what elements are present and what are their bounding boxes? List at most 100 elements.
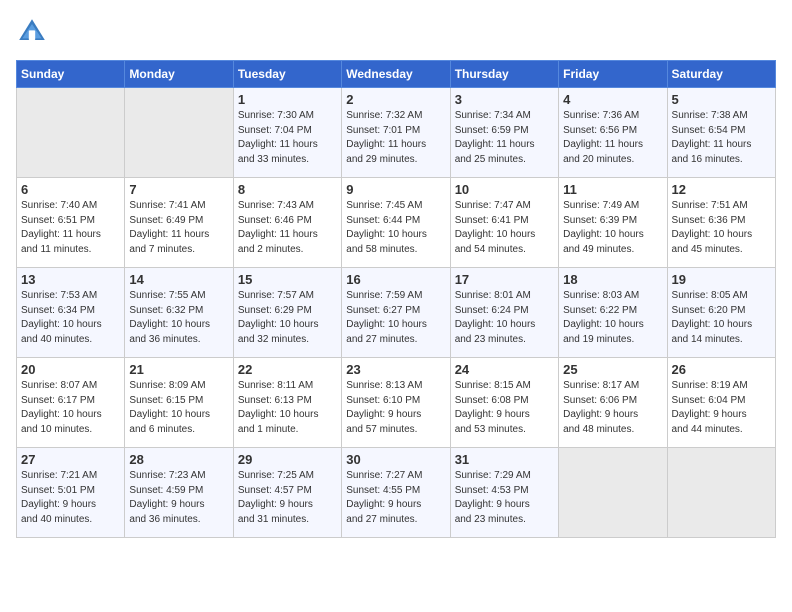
calendar-cell: 16 Sunrise: 7:59 AM Sunset: 6:27 PM Dayli…: [342, 268, 450, 358]
day-number: 8: [238, 182, 337, 197]
calendar-body: 1 Sunrise: 7:30 AM Sunset: 7:04 PM Daylig…: [17, 88, 776, 538]
calendar-week-row: 6 Sunrise: 7:40 AM Sunset: 6:51 PM Daylig…: [17, 178, 776, 268]
logo: [16, 16, 52, 48]
day-info: Sunrise: 7:36 AM Sunset: 6:56 PM Dayligh…: [563, 109, 662, 167]
calendar-cell: 5Sunrise: 7:38 AM Sunset: 6:54 PM Daylig…: [667, 88, 775, 178]
day-info: Sunrise: 7:49 AM Sunset: 6:39 PM Dayligh…: [563, 199, 662, 257]
day-info: Sunrise: 7:41 AM Sunset: 6:49 PM Dayligh…: [129, 199, 228, 257]
day-number: 21: [129, 362, 228, 377]
day-info: Sunrise: 7:21 AM Sunset: 5:01 PM Dayligh…: [21, 469, 120, 527]
day-info: Sunrise: 7:47 AM Sunset: 6:41 PM Dayligh…: [455, 199, 554, 257]
day-number: 12: [672, 182, 771, 197]
calendar-cell: [667, 448, 775, 538]
day-number: 29: [238, 452, 337, 467]
calendar-cell: 2Sunrise: 7:32 AM Sunset: 7:01 PM Daylig…: [342, 88, 450, 178]
calendar-cell: 13 Sunrise: 7:53 AM Sunset: 6:34 PM Dayli…: [17, 268, 125, 358]
calendar-cell: 11Sunrise: 7:49 AM Sunset: 6:39 PM Dayli…: [559, 178, 667, 268]
day-info: Sunrise: 7:53 AM Sunset: 6:34 PM Dayligh…: [21, 289, 120, 347]
day-number: 25: [563, 362, 662, 377]
day-info: Sunrise: 7:45 AM Sunset: 6:44 PM Dayligh…: [346, 199, 445, 257]
calendar-cell: 9 Sunrise: 7:45 AM Sunset: 6:44 PM Daylig…: [342, 178, 450, 268]
day-number: 3: [455, 92, 554, 107]
day-info: Sunrise: 8:19 AM Sunset: 6:04 PM Dayligh…: [672, 379, 771, 437]
day-info: Sunrise: 7:59 AM Sunset: 6:27 PM Dayligh…: [346, 289, 445, 347]
day-number: 6: [21, 182, 120, 197]
calendar-cell: 14 Sunrise: 7:55 AM Sunset: 6:32 PM Dayli…: [125, 268, 233, 358]
calendar-cell: 10 Sunrise: 7:47 AM Sunset: 6:41 PM Dayli…: [450, 178, 558, 268]
day-info: Sunrise: 8:11 AM Sunset: 6:13 PM Dayligh…: [238, 379, 337, 437]
day-number: 24: [455, 362, 554, 377]
calendar-cell: 18Sunrise: 8:03 AM Sunset: 6:22 PM Dayli…: [559, 268, 667, 358]
day-number: 15: [238, 272, 337, 287]
calendar-cell: 19 Sunrise: 8:05 AM Sunset: 6:20 PM Dayli…: [667, 268, 775, 358]
day-info: Sunrise: 8:15 AM Sunset: 6:08 PM Dayligh…: [455, 379, 554, 437]
calendar-cell: 25 Sunrise: 8:17 AM Sunset: 6:06 PM Dayli…: [559, 358, 667, 448]
day-number: 10: [455, 182, 554, 197]
weekday-header: Sunday: [17, 61, 125, 88]
calendar-week-row: 1 Sunrise: 7:30 AM Sunset: 7:04 PM Daylig…: [17, 88, 776, 178]
calendar-cell: 6 Sunrise: 7:40 AM Sunset: 6:51 PM Daylig…: [17, 178, 125, 268]
day-number: 4: [563, 92, 662, 107]
day-number: 26: [672, 362, 771, 377]
day-number: 20: [21, 362, 120, 377]
day-number: 1: [238, 92, 337, 107]
day-number: 9: [346, 182, 445, 197]
calendar-cell: 4 Sunrise: 7:36 AM Sunset: 6:56 PM Daylig…: [559, 88, 667, 178]
calendar-header: SundayMondayTuesdayWednesdayThursdayFrid…: [17, 61, 776, 88]
logo-icon: [16, 16, 48, 48]
day-info: Sunrise: 8:01 AM Sunset: 6:24 PM Dayligh…: [455, 289, 554, 347]
day-number: 31: [455, 452, 554, 467]
day-info: Sunrise: 8:05 AM Sunset: 6:20 PM Dayligh…: [672, 289, 771, 347]
day-number: 22: [238, 362, 337, 377]
calendar-cell: 23Sunrise: 8:13 AM Sunset: 6:10 PM Dayli…: [342, 358, 450, 448]
calendar-cell: 1 Sunrise: 7:30 AM Sunset: 7:04 PM Daylig…: [233, 88, 341, 178]
day-info: Sunrise: 7:43 AM Sunset: 6:46 PM Dayligh…: [238, 199, 337, 257]
day-number: 17: [455, 272, 554, 287]
calendar-cell: 29 Sunrise: 7:25 AM Sunset: 4:57 PM Dayli…: [233, 448, 341, 538]
day-number: 18: [563, 272, 662, 287]
weekday-header: Wednesday: [342, 61, 450, 88]
calendar-cell: 12 Sunrise: 7:51 AM Sunset: 6:36 PM Dayli…: [667, 178, 775, 268]
day-number: 13: [21, 272, 120, 287]
day-info: Sunrise: 7:55 AM Sunset: 6:32 PM Dayligh…: [129, 289, 228, 347]
calendar-cell: 28 Sunrise: 7:23 AM Sunset: 4:59 PM Dayli…: [125, 448, 233, 538]
calendar-week-row: 13 Sunrise: 7:53 AM Sunset: 6:34 PM Dayli…: [17, 268, 776, 358]
day-info: Sunrise: 8:13 AM Sunset: 6:10 PM Dayligh…: [346, 379, 445, 437]
day-number: 7: [129, 182, 228, 197]
calendar-cell: 27 Sunrise: 7:21 AM Sunset: 5:01 PM Dayli…: [17, 448, 125, 538]
day-number: 14: [129, 272, 228, 287]
calendar-cell: [559, 448, 667, 538]
calendar-cell: 17 Sunrise: 8:01 AM Sunset: 6:24 PM Dayli…: [450, 268, 558, 358]
day-info: Sunrise: 7:27 AM Sunset: 4:55 PM Dayligh…: [346, 469, 445, 527]
day-info: Sunrise: 7:57 AM Sunset: 6:29 PM Dayligh…: [238, 289, 337, 347]
day-info: Sunrise: 7:23 AM Sunset: 4:59 PM Dayligh…: [129, 469, 228, 527]
calendar-cell: 8 Sunrise: 7:43 AM Sunset: 6:46 PM Daylig…: [233, 178, 341, 268]
day-number: 30: [346, 452, 445, 467]
day-number: 28: [129, 452, 228, 467]
weekday-header: Saturday: [667, 61, 775, 88]
calendar-week-row: 27 Sunrise: 7:21 AM Sunset: 5:01 PM Dayli…: [17, 448, 776, 538]
day-number: 2: [346, 92, 445, 107]
day-info: Sunrise: 7:25 AM Sunset: 4:57 PM Dayligh…: [238, 469, 337, 527]
calendar-cell: 24 Sunrise: 8:15 AM Sunset: 6:08 PM Dayli…: [450, 358, 558, 448]
day-info: Sunrise: 8:17 AM Sunset: 6:06 PM Dayligh…: [563, 379, 662, 437]
day-info: Sunrise: 7:51 AM Sunset: 6:36 PM Dayligh…: [672, 199, 771, 257]
day-info: Sunrise: 7:40 AM Sunset: 6:51 PM Dayligh…: [21, 199, 120, 257]
calendar-cell: [17, 88, 125, 178]
calendar-cell: 31Sunrise: 7:29 AM Sunset: 4:53 PM Dayli…: [450, 448, 558, 538]
calendar-cell: 3Sunrise: 7:34 AM Sunset: 6:59 PM Daylig…: [450, 88, 558, 178]
calendar-cell: 22 Sunrise: 8:11 AM Sunset: 6:13 PM Dayli…: [233, 358, 341, 448]
day-info: Sunrise: 8:07 AM Sunset: 6:17 PM Dayligh…: [21, 379, 120, 437]
calendar-cell: [125, 88, 233, 178]
calendar-table: SundayMondayTuesdayWednesdayThursdayFrid…: [16, 60, 776, 538]
day-number: 19: [672, 272, 771, 287]
calendar-cell: 30 Sunrise: 7:27 AM Sunset: 4:55 PM Dayli…: [342, 448, 450, 538]
weekday-header: Monday: [125, 61, 233, 88]
weekday-header: Tuesday: [233, 61, 341, 88]
day-info: Sunrise: 7:30 AM Sunset: 7:04 PM Dayligh…: [238, 109, 337, 167]
calendar-cell: 7 Sunrise: 7:41 AM Sunset: 6:49 PM Daylig…: [125, 178, 233, 268]
day-info: Sunrise: 8:09 AM Sunset: 6:15 PM Dayligh…: [129, 379, 228, 437]
day-number: 27: [21, 452, 120, 467]
day-number: 5: [672, 92, 771, 107]
day-number: 16: [346, 272, 445, 287]
